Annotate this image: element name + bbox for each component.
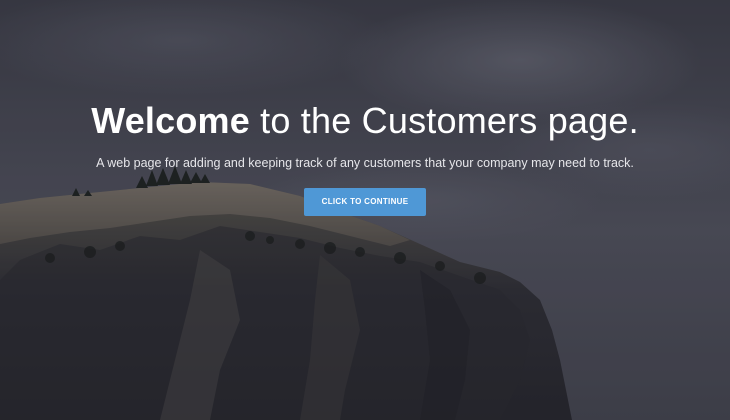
headline-emphasis: Welcome <box>91 100 250 141</box>
hero-section: Welcome to the Customers page. A web pag… <box>0 0 730 420</box>
page-subtitle: A web page for adding and keeping track … <box>96 156 634 170</box>
continue-button[interactable]: CLICK TO CONTINUE <box>304 188 426 216</box>
headline-rest: to the Customers page. <box>249 100 639 141</box>
page-title: Welcome to the Customers page. <box>0 96 730 146</box>
hero-content: Welcome to the Customers page. A web pag… <box>0 96 730 216</box>
